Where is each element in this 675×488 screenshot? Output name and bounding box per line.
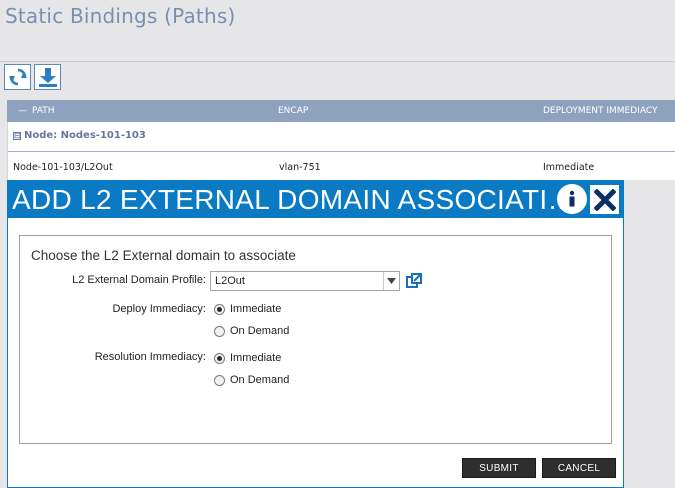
open-external-icon[interactable] xyxy=(406,273,422,289)
deploy-immediate-label: Immediate xyxy=(230,303,282,315)
submit-button[interactable]: SUBMIT xyxy=(462,458,536,478)
group-divider xyxy=(8,151,675,152)
info-button[interactable] xyxy=(557,184,587,214)
dialog-title: ADD L2 EXTERNAL DOMAIN ASSOCIATI… xyxy=(12,184,576,215)
download-button[interactable] xyxy=(34,64,61,90)
profile-label: L2 External Domain Profile: xyxy=(72,274,206,286)
close-icon xyxy=(593,188,616,211)
deploy-immediacy-label: Deploy Immediacy: xyxy=(112,303,206,315)
collapse-icon[interactable]: ⊟ xyxy=(13,131,21,140)
chevron-down-icon[interactable] xyxy=(383,272,399,290)
profile-select-value: L2Out xyxy=(215,275,245,287)
close-button[interactable] xyxy=(590,185,619,214)
cell-deployment: Immediate xyxy=(543,162,595,173)
add-l2-domain-dialog: ADD L2 EXTERNAL DOMAIN ASSOCIATI… Choose… xyxy=(7,180,624,488)
refresh-button[interactable] xyxy=(4,64,31,90)
profile-select[interactable]: L2Out xyxy=(210,271,400,291)
association-panel: Choose the L2 External domain to associa… xyxy=(19,235,612,444)
resolution-immediate-label: Immediate xyxy=(230,352,282,364)
group-row[interactable]: ⊟ Node: Nodes-101-103 xyxy=(8,130,146,141)
collapse-all-toggle[interactable]: — xyxy=(18,106,27,116)
column-header-path[interactable]: PATH xyxy=(32,106,55,116)
deploy-on-demand-label: On Demand xyxy=(230,325,290,337)
column-header-deployment[interactable]: DEPLOYMENT IMMEDIACY xyxy=(543,106,657,116)
resolution-immediacy-label: Resolution Immediacy: xyxy=(94,351,206,363)
info-icon xyxy=(560,187,584,211)
resolution-immediate-option[interactable]: Immediate xyxy=(214,352,281,364)
title-divider xyxy=(0,61,675,62)
resolution-on-demand-option[interactable]: On Demand xyxy=(214,374,289,386)
cell-path: Node-101-103/L2Out xyxy=(13,162,113,173)
panel-heading: Choose the L2 External domain to associa… xyxy=(31,248,296,263)
deploy-on-demand-option[interactable]: On Demand xyxy=(214,325,289,337)
refresh-icon xyxy=(8,68,27,86)
group-label: Node: Nodes-101-103 xyxy=(24,130,146,141)
deploy-immediate-option[interactable]: Immediate xyxy=(214,303,281,315)
deploy-on-demand-radio[interactable] xyxy=(214,325,225,337)
grid-header: — PATH ENCAP DEPLOYMENT IMMEDIACY xyxy=(7,100,675,122)
resolution-on-demand-label: On Demand xyxy=(230,374,290,386)
grid-body: ⊟ Node: Nodes-101-103 Node-101-103/L2Out… xyxy=(7,122,675,180)
cell-encap: vlan-751 xyxy=(279,162,321,173)
resolution-immediate-radio[interactable] xyxy=(214,352,225,364)
deploy-immediate-radio[interactable] xyxy=(214,303,225,315)
download-icon xyxy=(38,68,57,87)
dialog-titlebar: ADD L2 EXTERNAL DOMAIN ASSOCIATI… xyxy=(8,181,623,218)
resolution-on-demand-radio[interactable] xyxy=(214,374,225,386)
cancel-button[interactable]: CANCEL xyxy=(542,458,616,478)
page-title: Static Bindings (Paths) xyxy=(5,4,236,28)
column-header-encap[interactable]: ENCAP xyxy=(278,106,308,116)
